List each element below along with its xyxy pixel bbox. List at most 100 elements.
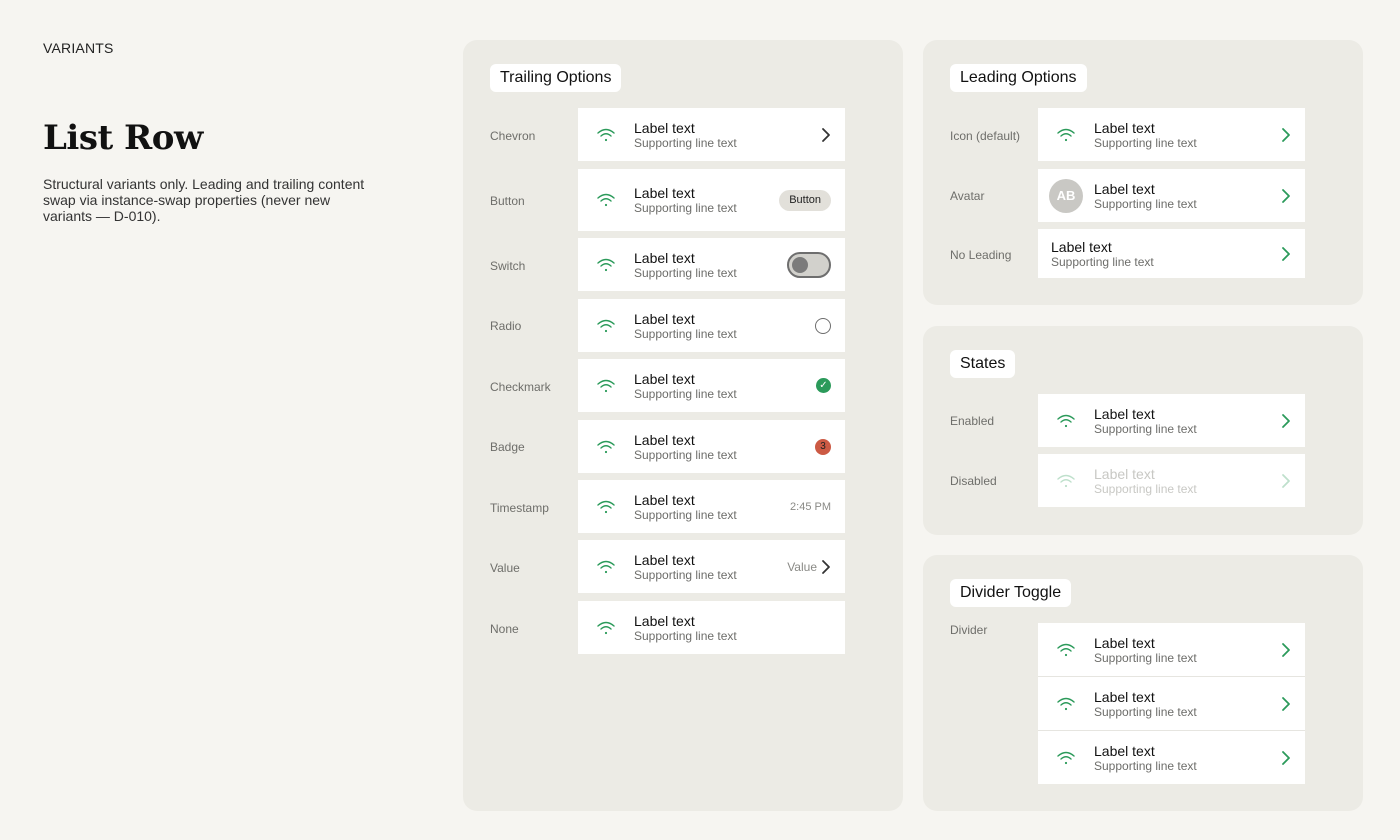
row-label-disabled: Disabled: [950, 474, 997, 488]
chevron-right-icon: [1281, 473, 1291, 489]
page-description: Structural variants only. Leading and tr…: [43, 176, 365, 224]
row-supporting-text: Supporting line text: [634, 447, 737, 462]
list-row-value[interactable]: Label text Supporting line text Value: [578, 540, 845, 593]
chevron-right-icon: [1281, 696, 1291, 712]
row-supporting-text: Supporting line text: [634, 135, 737, 150]
row-label-text: Label text: [634, 370, 695, 387]
row-label-icon-default: Icon (default): [950, 129, 1021, 143]
timestamp: 2:45 PM: [790, 500, 831, 513]
wifi-icon: [578, 378, 634, 394]
intro: VARIANTS List Row Structural variants on…: [43, 40, 373, 224]
wifi-icon: [578, 620, 634, 636]
wifi-icon: [578, 127, 634, 143]
chevron-right-icon: [1281, 642, 1291, 658]
list-row-divider-1[interactable]: Label text Supporting line text: [1038, 623, 1305, 676]
toggle-switch[interactable]: [787, 251, 831, 278]
row-label-checkmark: Checkmark: [490, 380, 551, 394]
row-supporting-text: Supporting line text: [1094, 196, 1197, 211]
row-label-text: Label text: [1094, 688, 1155, 705]
row-label-text: Label text: [1094, 634, 1155, 651]
row-label-text: Label text: [1094, 465, 1155, 482]
row-label-radio: Radio: [490, 319, 522, 333]
list-row-avatar[interactable]: AB Label text Supporting line text: [1038, 169, 1305, 222]
row-label-text: Label text: [634, 119, 695, 136]
list-row-none[interactable]: Label text Supporting line text: [578, 601, 845, 654]
list-row-button[interactable]: Label text Supporting line text Button: [578, 169, 845, 231]
wifi-icon: [578, 318, 634, 334]
chevron-right-icon: [1281, 188, 1291, 204]
row-label-text: Label text: [634, 185, 695, 201]
panel-title-states: States: [950, 350, 1016, 378]
chevron-right-icon: [1281, 750, 1291, 766]
row-label-text: Label text: [1094, 180, 1155, 197]
row-label-text: Label text: [1051, 238, 1112, 255]
row-label-button: Button: [490, 194, 525, 208]
trailing-value: Value: [787, 559, 817, 574]
avatar: AB: [1049, 178, 1083, 213]
trailing-button[interactable]: Button: [779, 189, 831, 211]
list-row-icon-default[interactable]: Label text Supporting line text: [1038, 108, 1305, 161]
row-supporting-text: Supporting line text: [634, 201, 737, 215]
row-label-badge: Badge: [490, 440, 525, 454]
list-row-switch[interactable]: Label text Supporting line text: [578, 238, 845, 291]
list-row-divider-3[interactable]: Label text Supporting line text: [1038, 730, 1305, 784]
panel-title-leading: Leading Options: [950, 64, 1087, 92]
wifi-icon: [1038, 696, 1094, 712]
row-supporting-text: Supporting line text: [1094, 135, 1197, 150]
row-supporting-text: Supporting line text: [634, 507, 737, 522]
row-supporting-text: Supporting line text: [1094, 481, 1197, 496]
switch-knob: [792, 256, 808, 273]
wifi-icon: [578, 439, 634, 455]
list-row-checkmark[interactable]: Label text Supporting line text ✓: [578, 359, 845, 412]
list-row-chevron[interactable]: Label text Supporting line text: [578, 108, 845, 161]
row-label-divider: Divider: [950, 623, 988, 637]
divider-toggle-panel: Divider Toggle Divider Label text Suppor…: [923, 555, 1363, 811]
list-row-disabled: Label text Supporting line text: [1038, 454, 1305, 507]
row-label-text: Label text: [1094, 742, 1155, 759]
wifi-icon: [1038, 473, 1094, 489]
row-supporting-text: Supporting line text: [634, 628, 737, 643]
list-row-divider-2[interactable]: Label text Supporting line text: [1038, 676, 1305, 730]
checkmark-icon: ✓: [816, 378, 831, 393]
list-row-no-leading[interactable]: Label text Supporting line text: [1038, 229, 1305, 278]
row-supporting-text: Supporting line text: [634, 386, 737, 401]
list-row-timestamp[interactable]: Label text Supporting line text 2:45 PM: [578, 480, 845, 533]
wifi-icon: [1038, 642, 1094, 658]
row-label-value: Value: [490, 561, 520, 575]
row-label-chevron: Chevron: [490, 129, 536, 143]
count-badge: 3: [815, 438, 831, 455]
list-row-badge[interactable]: Label text Supporting line text 3: [578, 420, 845, 473]
wifi-icon: [578, 559, 634, 575]
wifi-icon: [578, 192, 634, 208]
wifi-icon: [1038, 750, 1094, 766]
row-label-text: Label text: [634, 310, 695, 327]
page-title: List Row: [43, 118, 203, 158]
row-label-text: Label text: [1094, 405, 1155, 422]
row-label-text: Label text: [634, 551, 695, 568]
eyebrow: VARIANTS: [43, 40, 114, 56]
row-label-none: None: [490, 622, 519, 636]
row-label-enabled: Enabled: [950, 414, 995, 428]
states-panel: States Enabled Label text Supporting lin…: [923, 326, 1363, 535]
row-label-timestamp: Timestamp: [490, 501, 549, 515]
row-label-text: Label text: [634, 431, 695, 448]
row-supporting-text: Supporting line text: [634, 265, 737, 280]
leading-options-panel: Leading Options Icon (default) Label tex…: [923, 40, 1363, 305]
row-supporting-text: Supporting line text: [1094, 758, 1197, 773]
wifi-icon: [1038, 413, 1094, 429]
row-supporting-text: Supporting line text: [1094, 704, 1197, 719]
chevron-right-icon: [1281, 413, 1291, 429]
wifi-icon: [1038, 127, 1094, 143]
wifi-icon: [578, 499, 634, 515]
row-label-switch: Switch: [490, 259, 526, 273]
trailing-options-panel: Trailing Options Chevron Label text Supp…: [463, 40, 903, 811]
row-supporting-text: Supporting line text: [634, 567, 737, 582]
list-row-radio[interactable]: Label text Supporting line text: [578, 299, 845, 352]
row-label-avatar: Avatar: [950, 189, 985, 203]
list-row-enabled[interactable]: Label text Supporting line text: [1038, 394, 1305, 447]
row-label-text: Label text: [1094, 119, 1155, 136]
row-supporting-text: Supporting line text: [1094, 650, 1197, 665]
radio-button[interactable]: [815, 317, 831, 334]
row-supporting-text: Supporting line text: [634, 326, 737, 341]
chevron-right-icon: [821, 127, 831, 143]
